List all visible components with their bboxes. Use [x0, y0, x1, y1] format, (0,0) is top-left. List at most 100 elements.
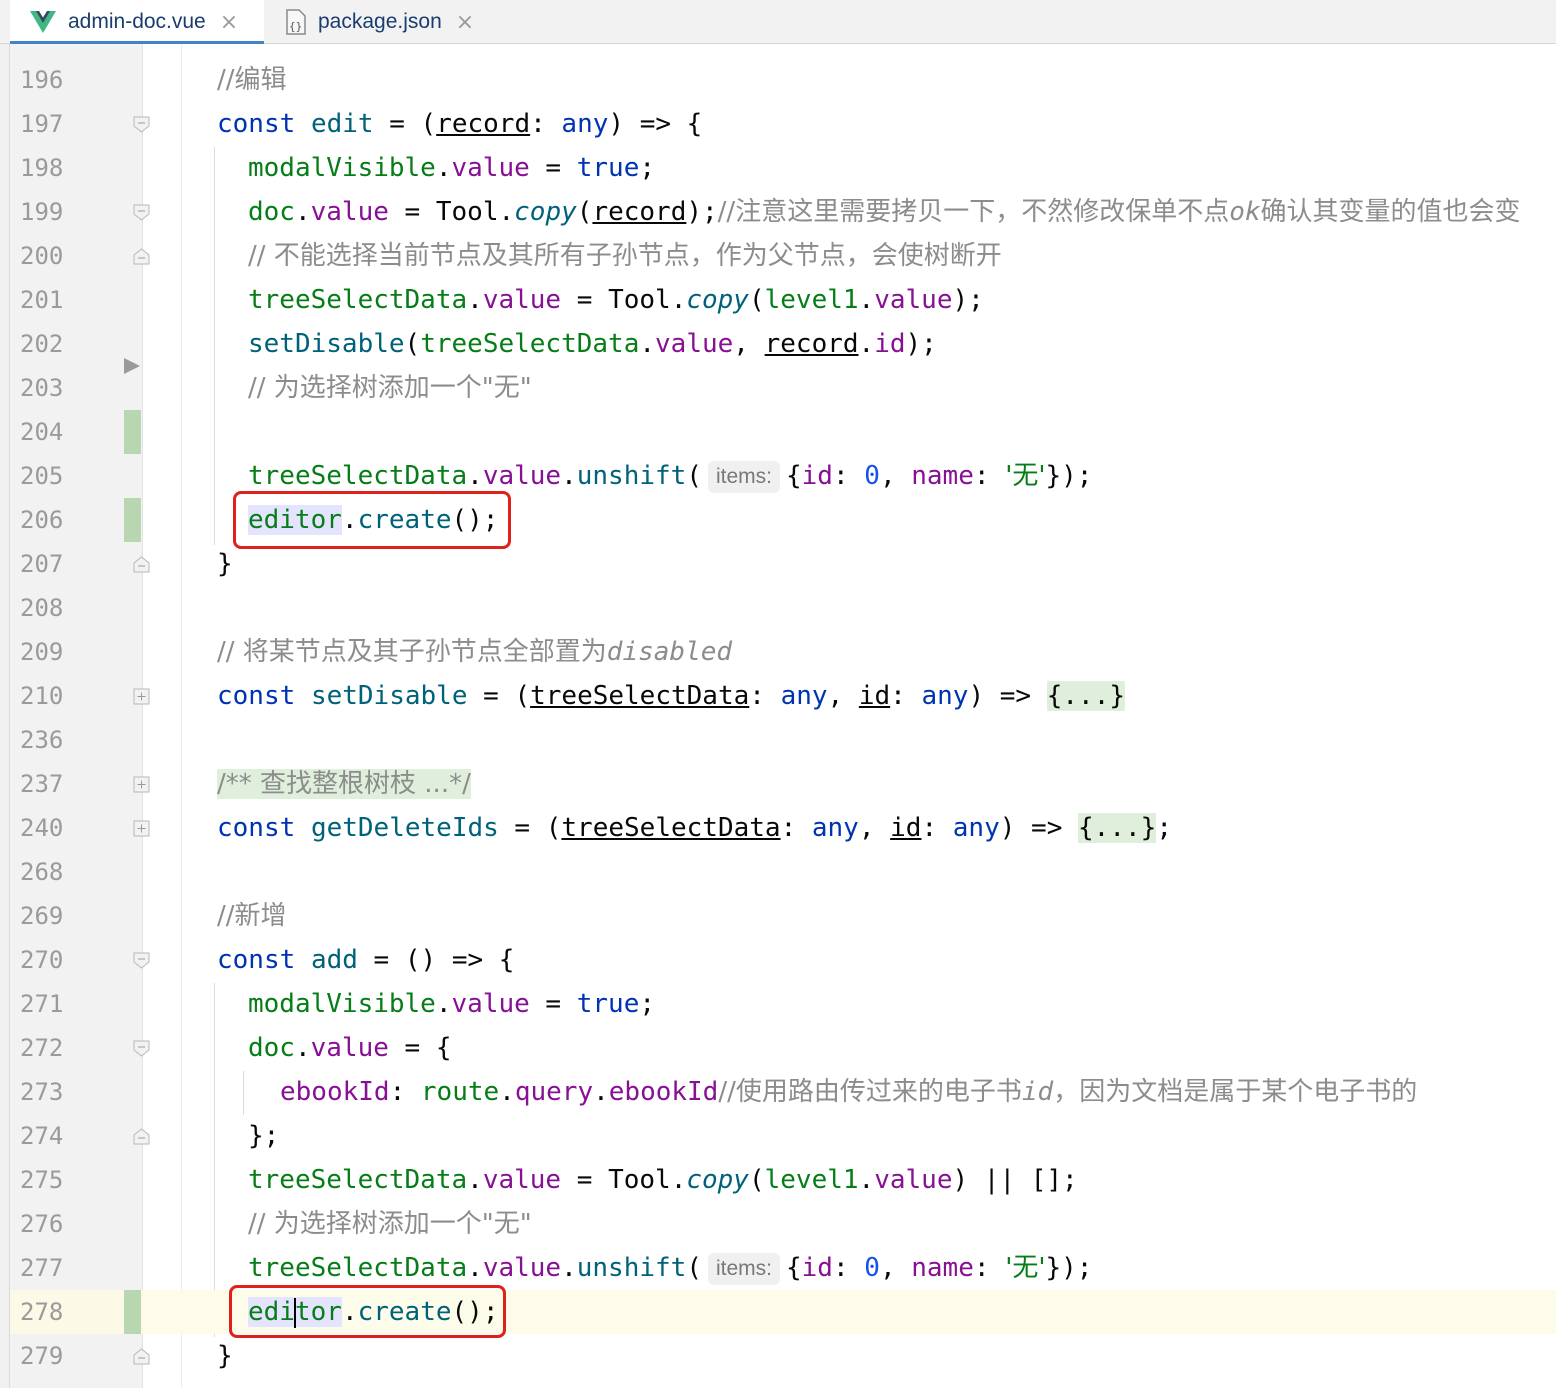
code-line: 197 const edit = (record: any) => {	[0, 102, 1556, 146]
code-text[interactable]: }	[217, 1334, 233, 1378]
line-number: 209	[20, 638, 64, 666]
fold-collapse-icon[interactable]	[133, 1040, 150, 1057]
line-number: 237	[20, 770, 64, 798]
code-text[interactable]: doc.value = {	[248, 1026, 452, 1070]
folded-region[interactable]: {...}	[1078, 813, 1157, 843]
fold-end-icon[interactable]	[133, 1128, 150, 1145]
line-number: 203	[20, 374, 64, 402]
code-line: 202 setDisable(treeSelectData.value, rec…	[0, 322, 1556, 366]
code-text[interactable]: }	[217, 542, 233, 586]
vcs-change-marker[interactable]	[124, 498, 141, 542]
line-number: 268	[20, 858, 64, 886]
fold-expand-icon[interactable]	[133, 820, 150, 837]
fold-collapse-icon[interactable]	[133, 204, 150, 221]
tab-label: admin-doc.vue	[68, 10, 206, 33]
folded-region[interactable]: {...}	[1046, 681, 1126, 711]
fold-collapse-icon[interactable]	[133, 952, 150, 969]
line-number: 273	[20, 1078, 64, 1106]
svg-text:{}: {}	[289, 20, 302, 33]
code-line: 268	[0, 850, 1556, 894]
line-number: 236	[20, 726, 64, 754]
line-number: 206	[20, 506, 64, 534]
line-number: 276	[20, 1210, 64, 1238]
code-line: 276 // 为选择树添加一个"无"	[0, 1202, 1556, 1246]
code-line: 209 // 将某节点及其子孙节点全部置为disabled	[0, 630, 1556, 674]
code-text[interactable]: // 为选择树添加一个"无"	[248, 1202, 532, 1246]
line-number: 269	[20, 902, 64, 930]
code-text[interactable]: //新增	[217, 894, 287, 938]
code-text[interactable]: doc.value = Tool.copy(record);//注意这里需要拷贝…	[248, 190, 1521, 234]
line-number: 208	[20, 594, 64, 622]
code-line: 272 doc.value = {	[0, 1026, 1556, 1070]
code-text[interactable]: // 为选择树添加一个"无"	[248, 366, 532, 410]
line-number: 240	[20, 814, 64, 842]
parameter-hint: items:	[707, 460, 780, 493]
code-line: 273 ebookId: route.query.ebookId//使用路由传过…	[0, 1070, 1556, 1114]
code-text[interactable]: modalVisible.value = true;	[248, 146, 655, 190]
parameter-hint: items:	[707, 1252, 780, 1285]
vcs-change-marker[interactable]	[124, 1290, 141, 1334]
code-line: 240 const getDeleteIds = (treeSelectData…	[0, 806, 1556, 850]
tab-admin-doc-vue[interactable]: admin-doc.vue ×	[10, 0, 264, 45]
code-text[interactable]: const edit = (record: any) => {	[217, 102, 702, 146]
code-text[interactable]: treeSelectData.value.unshift(items: {id: …	[248, 1246, 1092, 1290]
line-number: 205	[20, 462, 64, 490]
line-number: 270	[20, 946, 64, 974]
code-line: 279 }	[0, 1334, 1556, 1378]
code-text[interactable]: treeSelectData.value = Tool.copy(level1.…	[248, 278, 984, 322]
code-text[interactable]: const setDisable = (treeSelectData: any,…	[217, 674, 1126, 718]
line-number: 200	[20, 242, 64, 270]
code-line: 207 }	[0, 542, 1556, 586]
code-text[interactable]: const getDeleteIds = (treeSelectData: an…	[217, 806, 1172, 850]
code-text[interactable]: ebookId: route.query.ebookId//使用路由传过来的电子…	[280, 1070, 1417, 1114]
line-number: 275	[20, 1166, 64, 1194]
code-text[interactable]: // 不能选择当前节点及其所有子孙节点，作为父节点，会使树断开	[248, 234, 1002, 278]
close-icon[interactable]: ×	[456, 10, 474, 35]
code-text[interactable]: // 将某节点及其子孙节点全部置为disabled	[217, 630, 732, 674]
code-line: 199 doc.value = Tool.copy(record);//注意这里…	[0, 190, 1556, 234]
code-line: 270 const add = () => {	[0, 938, 1556, 982]
code-line: 237 /** 查找整根树枝 ...*/	[0, 762, 1556, 806]
fold-end-icon[interactable]	[133, 1348, 150, 1365]
fold-end-icon[interactable]	[133, 556, 150, 573]
line-number: 210	[20, 682, 64, 710]
folded-region[interactable]: /** 查找整根树枝 ...*/	[217, 769, 471, 799]
code-line: 236	[0, 718, 1556, 762]
code-line: 208	[0, 586, 1556, 630]
code-text[interactable]: };	[248, 1114, 279, 1158]
code-line: 201 treeSelectData.value = Tool.copy(lev…	[0, 278, 1556, 322]
fold-expand-icon[interactable]	[133, 776, 150, 793]
line-number: 204	[20, 418, 64, 446]
fold-expand-icon[interactable]	[133, 688, 150, 705]
code-line: 210 const setDisable = (treeSelectData: …	[0, 674, 1556, 718]
line-number: 196	[20, 66, 64, 94]
line-number: 272	[20, 1034, 64, 1062]
code-line: 274 };	[0, 1114, 1556, 1158]
code-text[interactable]: //编辑	[217, 58, 287, 102]
code-text[interactable]: treeSelectData.value = Tool.copy(level1.…	[248, 1158, 1078, 1202]
code-line: 204	[0, 410, 1556, 454]
editor-tab-bar: admin-doc.vue × {} package.json ×	[0, 0, 1556, 45]
code-line: 269 //新增	[0, 894, 1556, 938]
close-icon[interactable]: ×	[220, 10, 238, 35]
code-text[interactable]: /** 查找整根树枝 ...*/	[217, 762, 471, 806]
code-line: 198 modalVisible.value = true;	[0, 146, 1556, 190]
vcs-change-marker[interactable]	[124, 410, 141, 454]
fold-end-icon[interactable]	[133, 248, 150, 265]
code-line: 196 //编辑	[0, 58, 1556, 102]
code-text[interactable]: setDisable(treeSelectData.value, record.…	[248, 322, 937, 366]
line-number: 198	[20, 154, 64, 182]
line-number: 202	[20, 330, 64, 358]
line-number: 271	[20, 990, 64, 1018]
line-number: 278	[20, 1298, 64, 1326]
line-number: 279	[20, 1342, 64, 1370]
tab-label: package.json	[318, 10, 442, 33]
line-number: 197	[20, 110, 64, 138]
line-number: 274	[20, 1122, 64, 1150]
line-number: 201	[20, 286, 64, 314]
code-line: 203 // 为选择树添加一个"无"	[0, 366, 1556, 410]
fold-collapse-icon[interactable]	[133, 116, 150, 133]
code-text[interactable]: modalVisible.value = true;	[248, 982, 655, 1026]
code-text[interactable]: const add = () => {	[217, 938, 514, 982]
tab-package-json[interactable]: {} package.json ×	[270, 0, 500, 44]
